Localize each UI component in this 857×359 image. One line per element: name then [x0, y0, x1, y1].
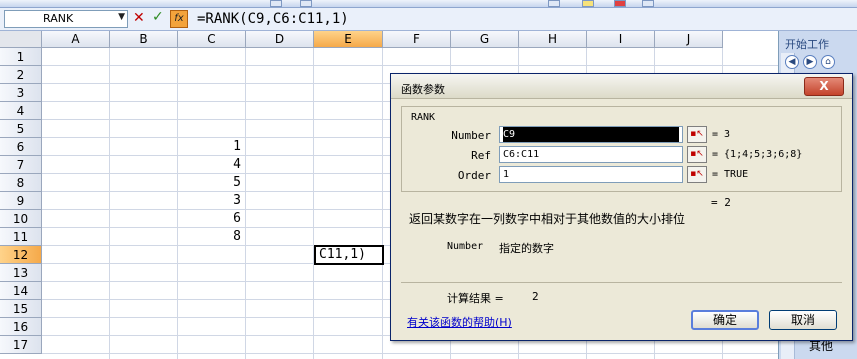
- dialog-title-bar[interactable]: 函数参数 X: [391, 74, 852, 99]
- column-header[interactable]: F: [383, 31, 451, 48]
- formula-input[interactable]: =RANK(C9,C6:C11,1): [197, 11, 349, 27]
- font-color-icon[interactable]: [614, 0, 626, 7]
- highlight-icon[interactable]: [582, 0, 594, 7]
- order-field[interactable]: 1: [499, 166, 683, 183]
- row-header[interactable]: 8: [0, 174, 42, 192]
- cell-value[interactable]: 5: [178, 174, 244, 192]
- cell-value[interactable]: 8: [178, 228, 244, 246]
- function-name: RANK: [411, 112, 436, 123]
- toolbar-dropdown[interactable]: [642, 0, 654, 7]
- arg-label-number: Number: [451, 129, 491, 142]
- arg-help-name: Number: [447, 241, 484, 252]
- toolbar-strip: [0, 0, 857, 8]
- column-header[interactable]: D: [246, 31, 314, 48]
- grid-column-line: [382, 48, 383, 359]
- toolbar-button[interactable]: [548, 0, 560, 7]
- function-description: 返回某数字在一列数字中相对于其他数值的大小排位: [409, 212, 686, 226]
- chevron-down-icon[interactable]: ▼: [118, 12, 125, 22]
- cell-value[interactable]: 1: [178, 138, 244, 156]
- row-header[interactable]: 1: [0, 48, 42, 66]
- cell-value[interactable]: 4: [178, 156, 244, 174]
- cell-value[interactable]: 3: [178, 192, 244, 210]
- arg-result-number: = 3: [712, 129, 731, 140]
- row-header[interactable]: 13: [0, 264, 42, 282]
- row-header[interactable]: 9: [0, 192, 42, 210]
- number-field-value: C9: [503, 127, 679, 142]
- toolbar-button[interactable]: [300, 0, 312, 7]
- row-header[interactable]: 10: [0, 210, 42, 228]
- collapse-dialog-icon[interactable]: ▪↖: [687, 166, 707, 183]
- row-header[interactable]: 7: [0, 156, 42, 174]
- forward-icon[interactable]: ▶: [803, 55, 817, 69]
- calc-result-value: 2: [532, 290, 539, 303]
- cancel-button[interactable]: 取消: [769, 310, 837, 330]
- divider: [401, 282, 842, 283]
- row-header[interactable]: 16: [0, 318, 42, 336]
- row-header[interactable]: 14: [0, 282, 42, 300]
- function-help-link[interactable]: 有关该函数的帮助(H): [407, 314, 512, 330]
- column-header[interactable]: C: [178, 31, 246, 48]
- task-pane-title: 开始工作: [785, 38, 829, 51]
- column-header[interactable]: G: [451, 31, 519, 48]
- column-header[interactable]: E: [314, 31, 383, 48]
- enter-check-icon[interactable]: ✓: [152, 9, 164, 25]
- row-header[interactable]: 15: [0, 300, 42, 318]
- name-box-value: RANK: [43, 12, 74, 25]
- row-header[interactable]: 4: [0, 102, 42, 120]
- row-header[interactable]: 2: [0, 66, 42, 84]
- home-icon[interactable]: ⌂: [821, 55, 835, 69]
- row-header[interactable]: 6: [0, 138, 42, 156]
- insert-function-icon[interactable]: fx: [170, 10, 188, 28]
- cell-value[interactable]: 6: [178, 210, 244, 228]
- column-header[interactable]: A: [42, 31, 110, 48]
- row-header[interactable]: 3: [0, 84, 42, 102]
- back-icon[interactable]: ◀: [785, 55, 799, 69]
- arg-result-ref: = {1;4;5;3;6;8}: [712, 149, 803, 160]
- column-header[interactable]: I: [587, 31, 655, 48]
- toolbar-button[interactable]: [270, 0, 282, 7]
- row-header[interactable]: 11: [0, 228, 42, 246]
- cancel-icon[interactable]: ✕: [133, 10, 145, 26]
- formula-bar: RANK ▼ ✕ ✓ fx =RANK(C9,C6:C11,1): [0, 8, 857, 31]
- dialog-title: 函数参数: [401, 83, 445, 96]
- name-box[interactable]: RANK ▼: [4, 10, 128, 28]
- column-header[interactable]: B: [110, 31, 178, 48]
- collapse-dialog-icon[interactable]: ▪↖: [687, 146, 707, 163]
- ref-field[interactable]: C6:C11: [499, 146, 683, 163]
- arg-label-ref: Ref: [471, 149, 491, 162]
- select-all-corner[interactable]: [0, 31, 42, 48]
- active-cell[interactable]: C11,1): [314, 245, 384, 265]
- grid-row-line: [42, 353, 778, 354]
- arg-label-order: Order: [457, 169, 491, 182]
- close-button[interactable]: X: [804, 77, 844, 96]
- column-header[interactable]: H: [519, 31, 587, 48]
- arg-result-order: = TRUE: [712, 169, 749, 180]
- function-arguments-dialog: 函数参数 X RANK Number C9 ▪↖ = 3 Ref C6:C11 …: [390, 73, 853, 341]
- collapse-dialog-icon[interactable]: ▪↖: [687, 126, 707, 143]
- grid-column-line: [109, 48, 110, 359]
- row-header[interactable]: 12: [0, 246, 42, 264]
- grid-column-line: [245, 48, 246, 359]
- row-header[interactable]: 17: [0, 336, 42, 354]
- number-field[interactable]: C9: [499, 126, 683, 143]
- formula-result: = 2: [711, 196, 731, 209]
- row-header[interactable]: 5: [0, 120, 42, 138]
- column-header[interactable]: J: [655, 31, 723, 48]
- arg-help-description: 指定的数字: [499, 242, 554, 255]
- ok-button[interactable]: 确定: [691, 310, 759, 330]
- grid-column-line: [313, 48, 314, 359]
- grid-row-line: [42, 65, 778, 66]
- calc-result-label: 计算结果 =: [447, 292, 504, 305]
